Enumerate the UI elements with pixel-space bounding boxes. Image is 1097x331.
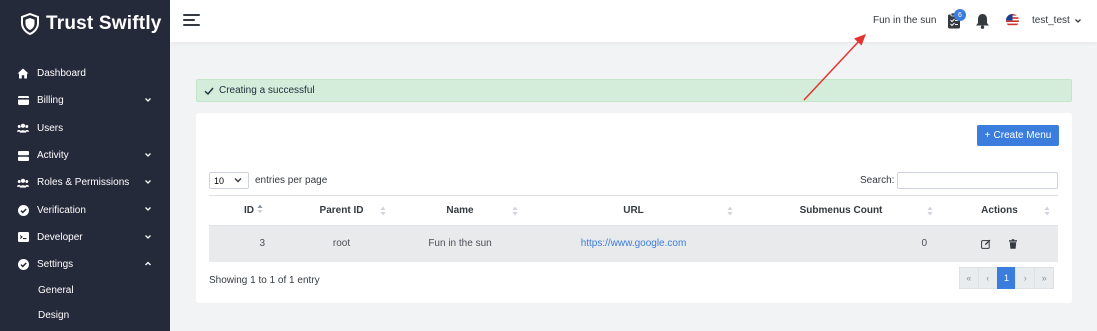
hamburger-menu-icon[interactable] [183, 13, 201, 27]
column-header-url[interactable]: URL [526, 195, 741, 226]
chevron-down-icon [145, 234, 151, 239]
menu-card: + Create Menu 10 entries per page Search… [196, 113, 1072, 303]
sidebar-item-label: Developer [37, 231, 83, 243]
us-flag-icon[interactable] [1006, 14, 1019, 27]
sidebar-nav: Dashboard Billing Users Activity Roles &… [0, 60, 170, 328]
sort-icon [512, 206, 518, 216]
cell-parent-id: root [289, 225, 394, 262]
sidebar-item-settings[interactable]: Settings [0, 251, 170, 278]
sidebar-item-users[interactable]: Users [0, 115, 170, 142]
cell-actions [941, 225, 1058, 262]
shield-logo-icon [21, 13, 39, 35]
billing-icon [17, 95, 29, 107]
sidebar-item-label: Verification [37, 204, 86, 216]
sort-icon [1044, 206, 1050, 216]
sort-icon [380, 206, 386, 216]
sidebar-subitem-label: Design [38, 310, 70, 322]
entries-length-control: 10 entries per page [209, 172, 327, 189]
column-header-label: Submenus Count [799, 205, 883, 216]
table-row: 3 root Fun in the sun https://www.google… [209, 225, 1058, 262]
sidebar-subitem-general[interactable]: General [0, 278, 170, 303]
success-alert: Creating a successful [196, 79, 1072, 102]
bell-icon[interactable] [975, 13, 990, 29]
column-header-label: Parent ID [319, 205, 364, 216]
sidebar-subitem-label: General [38, 285, 74, 297]
create-menu-button[interactable]: + Create Menu [977, 125, 1059, 146]
pagination-last-button[interactable]: » [1034, 267, 1054, 289]
column-header-label: Name [446, 205, 474, 216]
column-header-label: ID [244, 205, 254, 216]
column-header-parent-id[interactable]: Parent ID [289, 195, 394, 226]
chevron-up-icon [145, 261, 151, 266]
entries-per-page-label: entries per page [255, 175, 328, 186]
cell-submenus-count: 0 [741, 225, 941, 262]
pagination-previous-button[interactable]: ‹ [977, 267, 998, 289]
verification-icon [17, 204, 29, 216]
sort-icon [257, 204, 263, 214]
sidebar-item-dashboard[interactable]: Dashboard [0, 60, 170, 87]
cell-id: 3 [209, 225, 289, 262]
chevron-down-icon [145, 152, 151, 157]
developer-icon [17, 231, 29, 243]
brand[interactable]: Trust Swiftly [20, 12, 162, 36]
chevron-down-icon [145, 207, 151, 212]
gear-icon [17, 259, 29, 271]
sidebar-item-developer[interactable]: Developer [0, 224, 170, 251]
header-menu-link[interactable]: Fun in the sun [873, 15, 936, 26]
sidebar-item-billing[interactable]: Billing [0, 87, 170, 114]
sidebar-item-label: Roles & Permissions [37, 177, 130, 189]
column-header-label: Actions [981, 205, 1018, 216]
sidebar-item-activity[interactable]: Activity [0, 142, 170, 169]
check-icon [204, 87, 214, 95]
sort-icon [927, 206, 933, 216]
entries-per-page-select[interactable]: 10 [209, 172, 249, 189]
user-menu[interactable]: test_test [1032, 15, 1070, 26]
sidebar-item-roles-permissions[interactable]: Roles & Permissions [0, 169, 170, 196]
edit-icon[interactable] [981, 239, 991, 249]
plus-icon: + [984, 130, 991, 141]
cell-name: Fun in the sun [394, 225, 526, 262]
column-header-label: URL [623, 205, 644, 216]
activity-icon [17, 150, 29, 162]
chevron-down-icon [145, 180, 151, 185]
users-icon [17, 122, 29, 134]
pagination-first-button[interactable]: « [959, 267, 979, 289]
sidebar-item-label: Dashboard [37, 68, 86, 80]
sort-icon [727, 206, 733, 216]
roles-icon [17, 177, 29, 189]
search-label: Search: [860, 175, 895, 186]
sidebar-item-label: Users [37, 122, 64, 134]
column-header-name[interactable]: Name [394, 195, 526, 226]
search-input[interactable] [897, 172, 1058, 189]
table-header-row: ID Parent ID Name URL Submenus Count Act… [209, 195, 1058, 226]
pagination-page-1[interactable]: 1 [996, 267, 1017, 289]
menus-table: ID Parent ID Name URL Submenus Count Act… [209, 195, 1058, 262]
sidebar-subitem-design[interactable]: Design [0, 303, 170, 328]
chevron-down-icon[interactable] [1074, 17, 1082, 25]
column-header-id[interactable]: ID [209, 195, 289, 226]
sidebar-item-label: Activity [37, 150, 69, 162]
home-icon [17, 68, 29, 80]
cell-url: https://www.google.com [526, 225, 741, 262]
sidebar-item-label: Settings [37, 259, 74, 271]
brand-name: Trust Swiftly [46, 13, 162, 34]
top-header: Fun in the sun 6 test_test [170, 0, 1097, 42]
notification-count-badge: 6 [954, 9, 966, 21]
alert-message: Creating a successful [219, 85, 315, 96]
column-header-submenus-count[interactable]: Submenus Count [741, 195, 941, 226]
trash-icon[interactable] [1008, 238, 1018, 249]
sidebar: Trust Swiftly Dashboard Billing Users Ac… [0, 0, 170, 331]
pagination: « ‹ 1 › » [959, 267, 1054, 289]
pagination-next-button[interactable]: › [1015, 267, 1036, 289]
url-link[interactable]: https://www.google.com [581, 238, 687, 249]
column-header-actions: Actions [941, 195, 1058, 226]
sidebar-item-verification[interactable]: Verification [0, 196, 170, 223]
table-info: Showing 1 to 1 of 1 entry [209, 275, 320, 286]
sidebar-item-label: Billing [37, 95, 64, 107]
create-menu-label: Create Menu [993, 130, 1052, 141]
chevron-down-icon [145, 98, 151, 103]
